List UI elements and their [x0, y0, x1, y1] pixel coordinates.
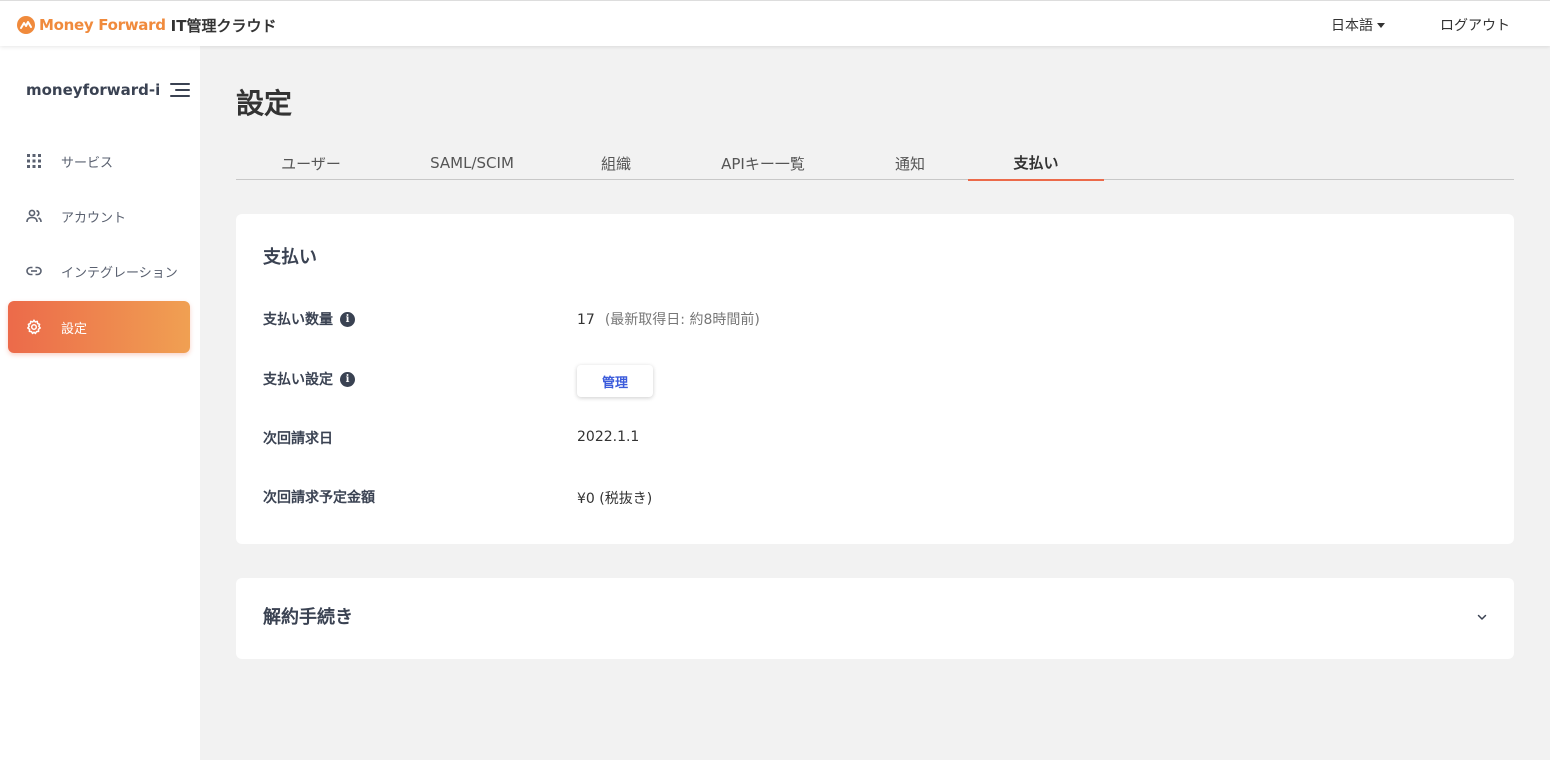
top-bar: Money Forward IT管理クラウド 日本語 ログアウト — [0, 0, 1550, 46]
tab-payment[interactable]: 支払い — [968, 146, 1104, 181]
product-name: IT管理クラウド — [170, 16, 277, 35]
settings-tabs: ユーザー SAML/SCIM 組織 APIキー一覧 通知 支払い — [236, 146, 1514, 181]
info-icon[interactable]: i — [340, 311, 355, 327]
sidebar-item-label: インテグレーション — [61, 265, 178, 281]
manage-button[interactable]: 管理 — [577, 365, 653, 397]
tab-organization[interactable]: 組織 — [566, 146, 666, 180]
logo-text: Money Forward — [39, 16, 166, 34]
payment-card: 支払い 支払い数量 i 17 (最新取得日: 約8時間前) 支払い設定 i 管理 … — [236, 214, 1514, 544]
tab-saml-scim[interactable]: SAML/SCIM — [402, 146, 542, 180]
tab-users[interactable]: ユーザー — [236, 146, 386, 180]
next-amount-label: 次回請求予定金額 — [263, 490, 375, 506]
sidebar: moneyforward-i サービス アカウント インテグレーション 設定 — [0, 46, 200, 760]
users-icon — [26, 208, 42, 224]
grid-icon — [26, 153, 42, 169]
payment-settings-label: 支払い設定 — [263, 372, 333, 388]
logout-link[interactable]: ログアウト — [1440, 15, 1510, 35]
cancellation-card[interactable]: 解約手続き — [236, 578, 1514, 659]
logo[interactable]: Money Forward IT管理クラウド — [16, 14, 276, 36]
page-title: 設定 — [236, 87, 293, 120]
next-amount-value: ¥0 (税抜き) — [577, 491, 653, 507]
tab-api-keys[interactable]: APIキー一覧 — [696, 146, 830, 180]
payment-count-note: (最新取得日: 約8時間前) — [604, 312, 760, 328]
info-icon[interactable]: i — [340, 371, 355, 387]
sidebar-item-label: アカウント — [61, 210, 127, 226]
sidebar-item-label: サービス — [61, 155, 114, 171]
language-label: 日本語 — [1331, 18, 1373, 34]
sidebar-item-settings[interactable]: 設定 — [8, 301, 190, 353]
sidebar-item-integrations[interactable]: インテグレーション — [8, 245, 190, 297]
payment-count-value-group: 17 (最新取得日: 約8時間前) — [577, 309, 760, 329]
sidebar-item-accounts[interactable]: アカウント — [8, 190, 190, 242]
payment-count-label: 支払い数量 — [263, 312, 333, 328]
link-icon — [26, 263, 42, 279]
sidebar-item-services[interactable]: サービス — [8, 135, 190, 187]
chevron-down-icon[interactable] — [1476, 611, 1488, 623]
payment-count-value: 17 — [577, 312, 595, 328]
next-billing-value: 2022.1.1 — [577, 429, 640, 445]
gear-icon — [26, 319, 42, 335]
organization-name: moneyforward-i — [26, 81, 161, 99]
payment-title: 支払い — [263, 247, 317, 268]
money-forward-logo-icon — [17, 16, 35, 34]
payment-count-row-label: 支払い数量 i — [263, 309, 355, 329]
language-dropdown[interactable]: 日本語 — [1331, 15, 1385, 35]
next-billing-label: 次回請求日 — [263, 431, 333, 447]
cancellation-title: 解約手続き — [263, 607, 353, 628]
sidebar-item-label: 設定 — [61, 321, 88, 337]
caret-down-icon — [1377, 22, 1385, 28]
menu-toggle-icon[interactable] — [170, 82, 190, 98]
payment-settings-row-label: 支払い設定 i — [263, 369, 355, 389]
tab-notifications[interactable]: 通知 — [860, 146, 960, 180]
